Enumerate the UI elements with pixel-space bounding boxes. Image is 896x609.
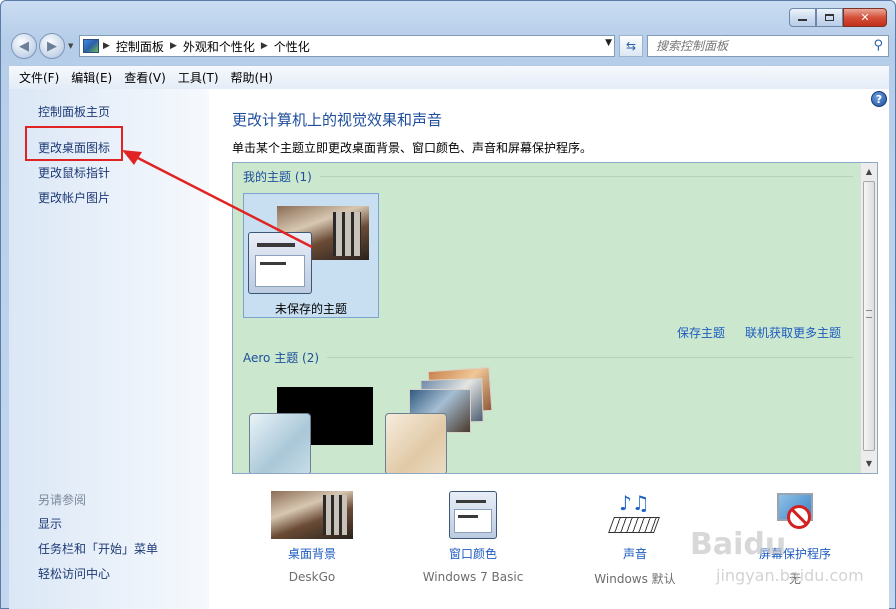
theme-tile-label: 未保存的主题 <box>274 302 347 316</box>
aero-glass-color-icon-warm <box>385 413 447 473</box>
address-dropdown-icon[interactable]: ▼ <box>605 38 612 48</box>
menu-file[interactable]: 文件(F) <box>13 69 65 86</box>
window-color-link[interactable]: 窗口颜色 <box>398 545 548 562</box>
sidebar-link-control-panel-home[interactable]: 控制面板主页 <box>38 103 110 120</box>
search-box[interactable]: ⚲ <box>647 35 889 57</box>
breadcrumb-appearance[interactable]: 外观和个性化 <box>183 38 255 55</box>
window-frame: ✕ ◀ ▶ ▼ ▶ 控制面板 ▶ 外观和个性化 ▶ 个性化 ▼ ⇆ ⚲ 文件(F… <box>0 0 896 609</box>
scroll-down-arrow-icon[interactable]: ▼ <box>861 459 877 468</box>
window-panel <box>255 255 305 287</box>
forward-button[interactable]: ▶ <box>39 33 65 59</box>
recent-pages-dropdown-icon[interactable]: ▼ <box>68 42 73 50</box>
page-title: 更改计算机上的视觉效果和声音 <box>232 111 443 129</box>
search-input[interactable] <box>656 39 856 53</box>
window-color-option[interactable]: 窗口颜色 Windows 7 Basic <box>398 491 548 584</box>
my-themes-header[interactable]: 我的主题 (1) <box>243 168 312 185</box>
close-button[interactable]: ✕ <box>843 8 887 27</box>
maximize-button[interactable] <box>816 8 843 27</box>
my-themes-group: 我的主题 (1) <box>243 168 853 185</box>
breadcrumb-separator-icon: ▶ <box>103 41 110 51</box>
caption-buttons: ✕ <box>789 8 887 27</box>
desktop-background-link[interactable]: 桌面背景 <box>237 545 387 562</box>
maximize-icon <box>825 14 834 21</box>
back-button[interactable]: ◀ <box>11 33 37 59</box>
refresh-button[interactable]: ⇆ <box>619 35 643 57</box>
window-color-thumbnail-icon <box>248 232 312 294</box>
scroll-up-arrow-icon[interactable]: ▲ <box>861 167 877 176</box>
desktop-background-value: DeskGo <box>288 570 336 584</box>
window-color-icon <box>449 491 497 539</box>
sidebar-link-change-account-picture[interactable]: 更改帐户图片 <box>38 189 110 206</box>
control-panel-icon <box>83 39 99 53</box>
refresh-icon: ⇆ <box>625 39 637 53</box>
breadcrumb-separator-icon: ▶ <box>260 41 268 51</box>
sounds-icon: ♪♫ <box>608 491 661 539</box>
navigation-row: ◀ ▶ ▼ ▶ 控制面板 ▶ 外观和个性化 ▶ 个性化 ▼ ⇆ ⚲ <box>9 32 889 60</box>
back-arrow-icon: ◀ <box>19 38 29 54</box>
scrollbar-thumb[interactable] <box>863 181 875 451</box>
menu-view[interactable]: 查看(V) <box>118 69 172 86</box>
highlight-box <box>25 126 123 161</box>
menu-help[interactable]: 帮助(H) <box>225 69 279 86</box>
get-more-themes-link[interactable]: 联机获取更多主题 <box>745 324 841 341</box>
theme-tile-unsaved[interactable]: 未保存的主题 <box>243 193 379 318</box>
address-bar[interactable]: ▶ 控制面板 ▶ 外观和个性化 ▶ 个性化 ▼ <box>79 35 615 57</box>
sounds-value: Windows 默认 <box>594 572 676 586</box>
see-also-ease-of-access[interactable]: 轻松访问中心 <box>38 565 110 582</box>
desktop-background-option[interactable]: 桌面背景 DeskGo <box>237 491 387 584</box>
forward-arrow-icon: ▶ <box>47 38 57 54</box>
see-also-heading: 另请参阅 <box>38 493 87 507</box>
group-divider <box>327 357 853 358</box>
aero-glass-color-icon <box>249 413 311 473</box>
window-color-value: Windows 7 Basic <box>422 570 524 584</box>
close-icon: ✕ <box>860 11 870 24</box>
breadcrumb-personalization[interactable]: 个性化 <box>274 38 310 55</box>
desktop-background-thumbnail <box>271 491 353 539</box>
aero-themes-header[interactable]: Aero 主题 (2) <box>243 349 319 366</box>
sidebar-link-change-mouse-pointers[interactable]: 更改鼠标指针 <box>38 164 110 181</box>
help-icon[interactable]: ? <box>871 91 887 107</box>
window-photo-detail <box>333 212 361 256</box>
breadcrumb-separator-icon: ▶ <box>169 41 177 51</box>
sounds-option[interactable]: ♪♫ 声音 Windows 默认 <box>560 491 710 587</box>
search-icon[interactable]: ⚲ <box>873 38 883 53</box>
see-also-taskbar-start-menu[interactable]: 任务栏和「开始」菜单 <box>38 540 158 557</box>
save-theme-link[interactable]: 保存主题 <box>677 324 725 341</box>
left-task-pane: 控制面板主页 更改桌面图标 更改鼠标指针 更改帐户图片 另请参阅 显示 任务栏和… <box>9 89 209 609</box>
theme-gallery-scrollbar[interactable]: ▲ ▼ <box>860 163 877 473</box>
minimize-button[interactable] <box>789 8 816 27</box>
titlebar-line <box>257 243 295 247</box>
menu-bar: 文件(F) 编辑(E) 查看(V) 工具(T) 帮助(H) <box>9 65 889 89</box>
menu-edit[interactable]: 编辑(E) <box>65 69 118 86</box>
baidu-watermark-logo: Baidu <box>690 527 787 562</box>
baidu-watermark-url: jingyan.baidu.com <box>716 566 864 585</box>
breadcrumb-control-panel[interactable]: 控制面板 <box>116 38 164 55</box>
minimize-icon <box>798 19 807 21</box>
menu-tools[interactable]: 工具(T) <box>172 69 225 86</box>
page-description: 单击某个主题立即更改桌面背景、窗口颜色、声音和屏幕保护程序。 <box>232 141 593 155</box>
sounds-link[interactable]: 声音 <box>560 545 710 562</box>
see-also-display[interactable]: 显示 <box>38 515 62 532</box>
theme-gallery: 我的主题 (1) 未保存的主题 保存主题 联机获取更多主题 Aero 主题 (2… <box>232 162 878 474</box>
group-divider <box>319 176 853 177</box>
aero-themes-group: Aero 主题 (2) <box>243 349 853 366</box>
